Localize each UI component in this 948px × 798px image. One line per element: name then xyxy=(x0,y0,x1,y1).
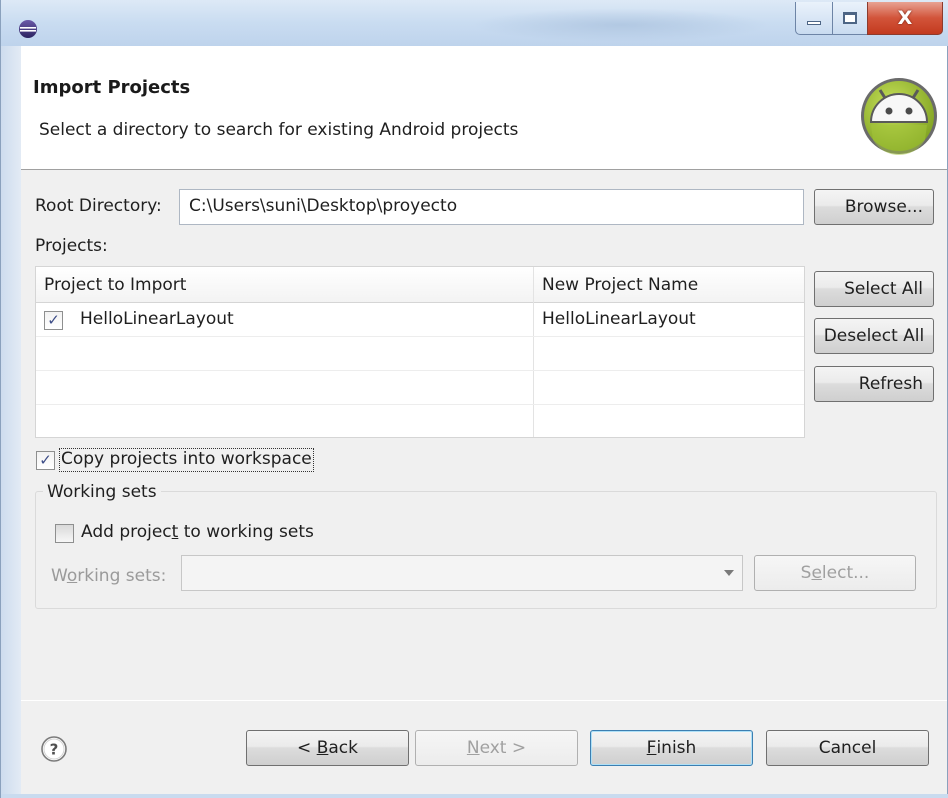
footer-separator xyxy=(21,700,947,701)
label-part: to working sets xyxy=(178,522,314,542)
select-all-button[interactable]: Select All xyxy=(814,271,934,307)
table-row[interactable]: ✓ HelloLinearLayout HelloLinearLayout xyxy=(36,303,804,337)
project-row-checkbox[interactable]: ✓ xyxy=(44,311,63,330)
root-directory-label: Root Directory: xyxy=(35,196,162,216)
header-banner: Import Projects Select a directory to se… xyxy=(21,46,947,170)
mnemonic-letter: N xyxy=(466,738,480,758)
label-part: W xyxy=(51,566,67,586)
add-to-working-sets-checkbox[interactable] xyxy=(55,524,74,543)
mnemonic-letter: e xyxy=(811,563,822,583)
chevron-down-icon xyxy=(724,570,734,576)
title-bar[interactable]: X xyxy=(1,0,948,46)
mnemonic-letter: B xyxy=(316,738,329,758)
working-sets-group xyxy=(35,491,937,609)
close-button[interactable]: X xyxy=(867,2,943,35)
column-header-project-to-import[interactable]: Project to Import xyxy=(36,267,194,303)
label-part: Add projec xyxy=(81,522,172,542)
eclipse-app-icon xyxy=(19,20,37,38)
table-header: Project to Import New Project Name xyxy=(36,267,804,303)
page-title: Import Projects xyxy=(33,77,191,98)
svg-text:?: ? xyxy=(50,741,59,759)
minimize-button[interactable] xyxy=(795,2,833,35)
label-part: inish xyxy=(656,738,697,758)
new-project-name-cell[interactable]: HelloLinearLayout xyxy=(534,303,704,337)
projects-table[interactable]: Project to Import New Project Name ✓ Hel… xyxy=(35,266,805,438)
copy-projects-focus[interactable]: Copy projects into workspace xyxy=(59,448,314,472)
browse-button[interactable]: Browse... xyxy=(814,189,934,225)
working-sets-field-label: Working sets: xyxy=(51,566,166,586)
label-part: S xyxy=(800,563,812,583)
copy-projects-label: Copy projects into workspace xyxy=(61,449,312,469)
project-to-import-cell: HelloLinearLayout xyxy=(80,309,234,329)
add-to-working-sets-label[interactable]: Add project to working sets xyxy=(81,522,314,542)
close-icon: X xyxy=(897,7,913,29)
window-bottom-frame xyxy=(1,794,948,798)
android-logo-icon xyxy=(861,78,937,156)
label-part: ack xyxy=(328,738,358,758)
root-directory-input[interactable]: C:\Users\suni\Desktop\proyecto xyxy=(179,189,804,225)
table-row-empty xyxy=(36,337,804,371)
mnemonic-letter: o xyxy=(66,566,78,586)
mnemonic-letter: F xyxy=(646,738,657,758)
working-sets-group-label: Working sets xyxy=(43,482,161,502)
maximize-button[interactable] xyxy=(832,2,868,35)
label-part: ext > xyxy=(479,738,527,758)
label-part: rking sets: xyxy=(77,566,167,586)
projects-label: Projects: xyxy=(35,236,108,256)
table-row-empty xyxy=(36,371,804,405)
deselect-all-button[interactable]: Deselect All xyxy=(814,318,934,354)
checkmark-icon: ✓ xyxy=(47,311,60,329)
import-projects-dialog: X Import Projects Select a directory to … xyxy=(0,0,948,798)
help-icon[interactable]: ? xyxy=(40,735,68,763)
refresh-button[interactable]: Refresh xyxy=(814,366,934,402)
finish-button[interactable]: Finish xyxy=(590,730,753,766)
table-row-empty xyxy=(36,405,804,439)
label-part: < xyxy=(297,738,317,758)
minimize-icon xyxy=(807,21,821,25)
copy-projects-checkbox[interactable]: ✓ xyxy=(36,451,55,470)
maximize-icon xyxy=(843,12,857,24)
title-bar-glow xyxy=(471,8,771,42)
next-button[interactable]: Next > xyxy=(415,730,578,766)
cancel-button[interactable]: Cancel xyxy=(766,730,929,766)
checkmark-icon: ✓ xyxy=(39,451,52,469)
window-left-frame xyxy=(1,46,21,794)
working-sets-select-button[interactable]: Se lect... xyxy=(754,555,916,591)
column-header-new-project-name[interactable]: New Project Name xyxy=(534,267,706,303)
back-button[interactable]: < Back xyxy=(246,730,409,766)
working-sets-combo[interactable] xyxy=(181,555,743,591)
label-part: lect... xyxy=(821,563,870,583)
page-description: Select a directory to search for existin… xyxy=(39,120,519,140)
